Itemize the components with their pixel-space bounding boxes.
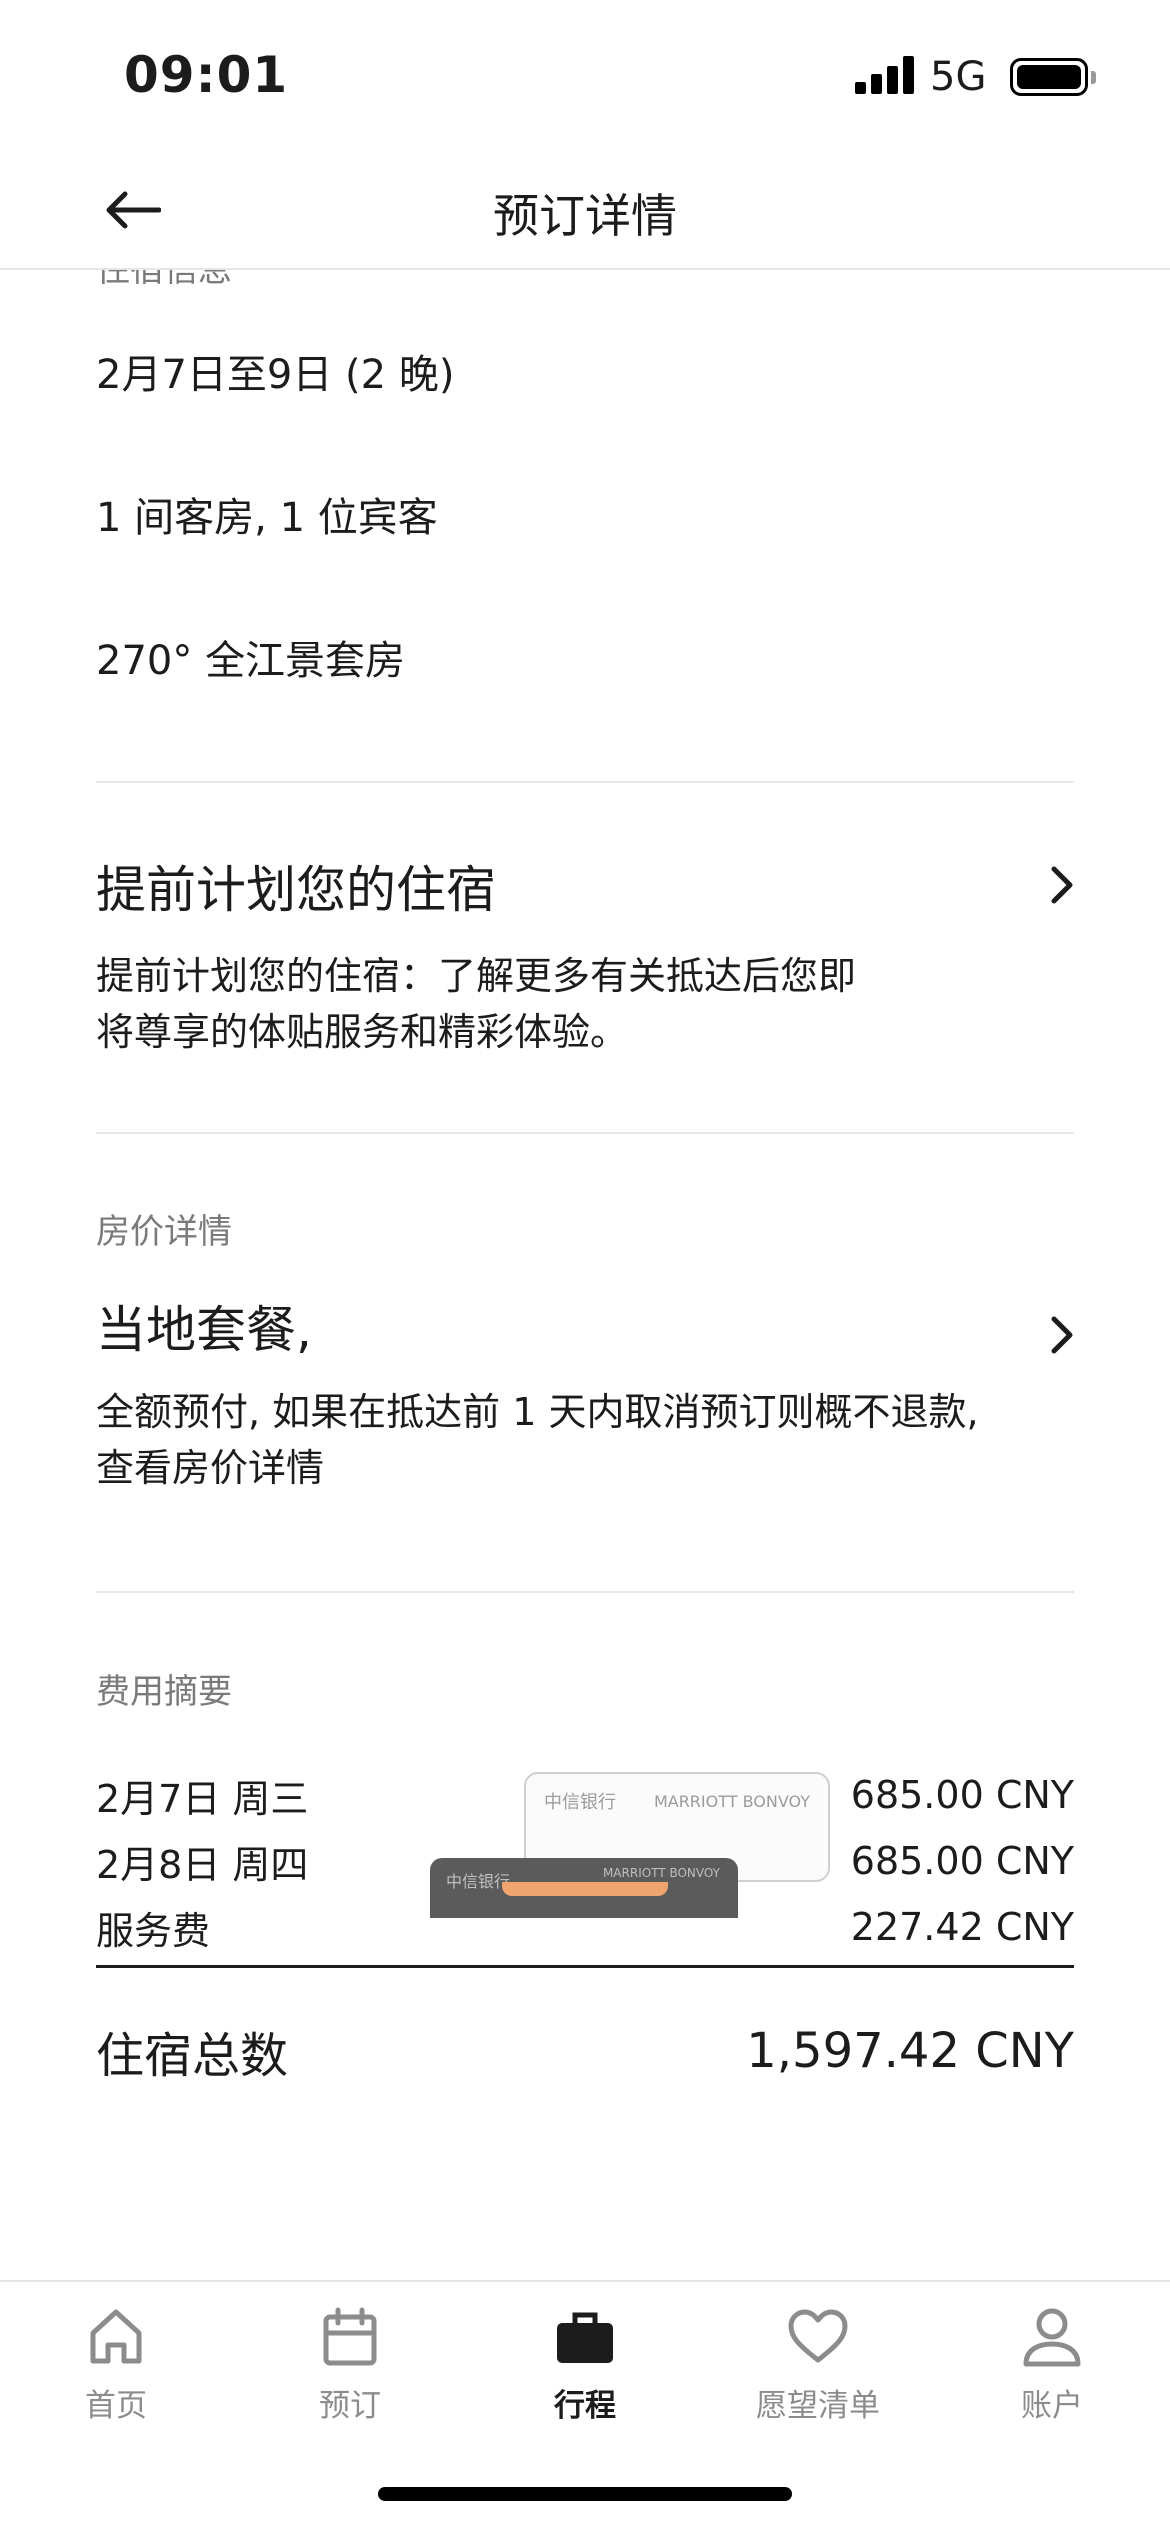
tab-home[interactable]: 首页 (26, 2302, 206, 2452)
person-icon (1020, 2302, 1084, 2372)
status-bar: 09:01 5G (0, 0, 1170, 150)
plan-ahead-desc-line: 将尊享的体贴服务和精彩体验。 (96, 1010, 629, 1054)
card-brand: MARRIOTT BONVOY (653, 1792, 810, 1811)
divider (96, 1132, 1074, 1134)
stay-dates: 2月7日至9日 (2 晚) (96, 352, 455, 398)
divider (96, 1591, 1074, 1593)
tab-label: 行程 (554, 2388, 616, 2424)
total-divider (96, 1965, 1074, 1968)
view-rate-details-link[interactable]: 查看房价详情 (96, 1440, 1086, 1496)
tab-bookings[interactable]: 预订 (260, 2302, 440, 2452)
tab-account[interactable]: 账户 (962, 2302, 1142, 2452)
tab-label: 预订 (319, 2388, 381, 2424)
calendar-icon (318, 2302, 382, 2372)
page-title: 预订详情 (493, 189, 677, 243)
battery-icon (1010, 58, 1088, 96)
heart-icon (786, 2302, 850, 2372)
total-label: 住宿总数 (96, 2028, 289, 2084)
home-icon (84, 2302, 148, 2372)
nav-header: 预订详情 (0, 150, 1170, 270)
status-time: 09:01 (124, 46, 289, 104)
battery-cap (1091, 71, 1096, 84)
divider (96, 781, 1074, 783)
tab-label: 账户 (1021, 2388, 1083, 2424)
home-indicator (378, 2487, 792, 2501)
fee-row-amount: 685.00 CNY (850, 1839, 1074, 1883)
card-bank-name: 中信银行 (446, 1872, 511, 1891)
tab-label: 首页 (85, 2388, 147, 2424)
card-bank-name: 中信银行 (544, 1792, 616, 1813)
tab-label: 愿望清单 (756, 2388, 880, 2424)
rate-description: 全额预付, 如果在抵达前 1 天内取消预订则概不退款, 查看房价详情 (96, 1384, 1086, 1496)
plan-ahead-title: 提前计划您的住宿 (96, 861, 496, 919)
fee-summary-label: 费用摘要 (96, 1672, 232, 1712)
fee-row-amount: 227.42 CNY (850, 1905, 1074, 1949)
plan-ahead-description: 提前计划您的住宿：了解更多有关抵达后您即 将尊享的体贴服务和精彩体验。 (96, 948, 996, 1060)
tab-wishlist[interactable]: 愿望清单 (728, 2302, 908, 2452)
rooms-guests: 1 间客房, 1 位宾客 (96, 495, 438, 541)
card-accent-stripe (502, 1882, 668, 1896)
room-type: 270° 全江景套房 (96, 638, 406, 684)
rate-details-label: 房价详情 (96, 1212, 232, 1252)
network-label: 5G (930, 54, 987, 100)
booking-details-content[interactable]: 住宿信息 2月7日至9日 (2 晚) 1 间客房, 1 位宾客 270° 全江景… (0, 270, 1170, 2260)
chevron-right-icon (1044, 1310, 1080, 1360)
plan-ahead-desc-line: 提前计划您的住宿：了解更多有关抵达后您即 (96, 954, 857, 998)
fee-row-amount: 685.00 CNY (850, 1773, 1074, 1817)
total-amount: 1,597.42 CNY (746, 2023, 1074, 2079)
tab-trips[interactable]: 行程 (495, 2302, 675, 2452)
fee-row-label: 2月8日 周四 (96, 1842, 309, 1887)
fee-row-label: 2月7日 周三 (96, 1776, 309, 1821)
chevron-right-icon (1044, 860, 1080, 910)
signal-icon (855, 56, 915, 94)
fee-row-label: 服务费 (96, 1908, 211, 1953)
total-row: 住宿总数 1,597.42 CNY (96, 2016, 1074, 2086)
stay-info-label: 住宿信息 (96, 270, 232, 290)
rate-desc-line: 全额预付, 如果在抵达前 1 天内取消预订则概不退款, (96, 1390, 979, 1434)
rate-title: 当地套餐, (96, 1301, 312, 1359)
briefcase-icon (553, 2302, 617, 2372)
card-brand: MARRIOTT BONVOY (602, 1866, 720, 1880)
